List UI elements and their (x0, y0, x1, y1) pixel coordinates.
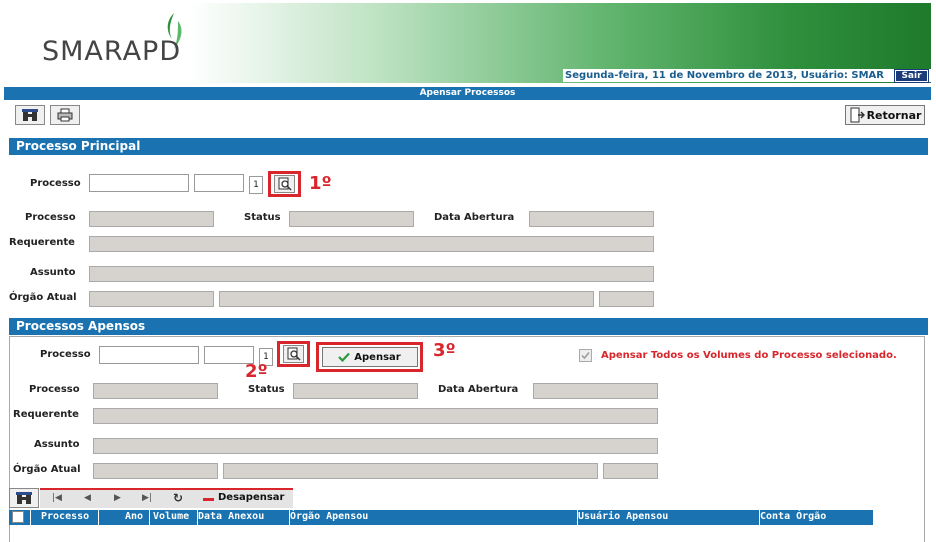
apensos-orgao-name-ro (223, 463, 598, 479)
apensos-orgao-extra-ro (603, 463, 658, 479)
apensos-requerente-ro (93, 408, 658, 424)
smarapd-logo: SMARAPD (42, 36, 182, 67)
col-conta-orgao[interactable]: Conta Órgão (760, 511, 826, 522)
apensos-processo-ro-label: Processo (29, 384, 80, 395)
check-icon (338, 352, 351, 362)
apensos-processo-input[interactable] (99, 346, 199, 364)
grid-header: Processo Ano Volume Data Anexou Órgão Ap… (9, 510, 873, 525)
principal-processo-label: Processo (30, 178, 81, 189)
grid-search-button[interactable] (9, 488, 39, 508)
apensos-assunto-label: Assunto (34, 439, 80, 450)
apensos-processo-ro (93, 383, 218, 399)
col-ano[interactable]: Ano (125, 511, 143, 522)
apensos-status-ro (293, 383, 418, 399)
principal-search-button[interactable] (268, 171, 301, 197)
apensos-assunto-ro (93, 438, 658, 454)
principal-ano-input[interactable] (194, 174, 244, 192)
principal-section-title: Processo Principal (9, 138, 928, 155)
col-processo[interactable]: Processo (41, 511, 89, 522)
principal-orgao-label: Órgão Atual (9, 292, 77, 303)
principal-processo-input[interactable] (89, 174, 189, 192)
principal-assunto-ro (89, 266, 654, 282)
first-page-icon[interactable]: |◀ (52, 493, 62, 503)
apensos-orgao-code-ro (93, 463, 218, 479)
refresh-icon[interactable]: ↻ (173, 491, 183, 505)
principal-processo-ro (89, 211, 214, 227)
all-volumes-label: Apensar Todos os Volumes do Processo sel… (601, 350, 897, 361)
principal-status-label: Status (244, 212, 281, 223)
principal-requerente-label: Requerente (9, 237, 75, 248)
step-2-marker: 2º (245, 361, 268, 382)
principal-processo-ro-label: Processo (25, 212, 76, 223)
principal-orgao-name-ro (219, 291, 594, 307)
binoculars-icon (22, 109, 38, 121)
prev-page-icon[interactable]: ◀ (84, 493, 91, 503)
principal-status-ro (289, 211, 414, 227)
col-volume[interactable]: Volume (153, 511, 189, 522)
apensos-data-abertura-ro (533, 383, 658, 399)
next-page-icon[interactable]: ▶ (114, 493, 121, 503)
principal-assunto-label: Assunto (30, 267, 76, 278)
apensos-search-button[interactable] (277, 341, 310, 367)
apensar-label: Apensar (354, 351, 401, 363)
all-volumes-checkbox[interactable] (579, 349, 592, 362)
apensos-data-abertura-label: Data Abertura (438, 384, 519, 395)
minus-icon (203, 498, 214, 501)
binoculars-icon (16, 492, 32, 504)
principal-data-abertura-label: Data Abertura (434, 212, 515, 223)
select-all-checkbox[interactable] (12, 511, 24, 523)
principal-data-abertura-ro (529, 211, 654, 227)
apensos-orgao-label: Órgão Atual (13, 464, 81, 475)
col-orgao-apensou[interactable]: Órgão Apensou (290, 511, 368, 522)
apensar-highlight: Apensar (316, 342, 423, 372)
apensar-button[interactable]: Apensar (321, 347, 418, 367)
principal-requerente-ro (89, 236, 654, 252)
apensos-section-title: Processos Apensos (9, 318, 928, 335)
grid-toolbar: |◀ ◀ ▶ ▶| ↻ Desapensar (40, 488, 293, 508)
page-title: Apensar Processos (4, 87, 931, 100)
search-doc-icon (278, 177, 292, 191)
apensos-requerente-label: Requerente (13, 409, 79, 420)
binoculars-button[interactable] (15, 105, 45, 125)
print-button[interactable] (50, 105, 80, 125)
last-page-icon[interactable]: ▶| (142, 493, 152, 503)
principal-volume-field[interactable]: 1 (249, 176, 263, 194)
principal-orgao-code-ro (89, 291, 214, 307)
step-1-marker: 1º (309, 173, 332, 194)
step-3-marker: 3º (433, 340, 456, 361)
search-doc-icon (287, 347, 301, 361)
col-usuario-apensou[interactable]: Usuário Apensou (578, 511, 668, 522)
desapensar-button[interactable]: Desapensar (218, 492, 284, 503)
return-label: Retornar (866, 108, 922, 122)
user-info: Segunda-feira, 11 de Novembro de 2013, U… (565, 70, 884, 81)
return-button[interactable]: Retornar (845, 105, 925, 125)
apensos-processo-label: Processo (40, 349, 91, 360)
apensos-status-label: Status (248, 384, 285, 395)
exit-door-icon (850, 107, 865, 123)
checkmark-icon (581, 352, 590, 360)
logout-button[interactable]: Sair (894, 69, 929, 83)
principal-orgao-extra-ro (599, 291, 654, 307)
col-data-anexou[interactable]: Data Anexou (198, 511, 264, 522)
printer-icon (57, 108, 73, 122)
